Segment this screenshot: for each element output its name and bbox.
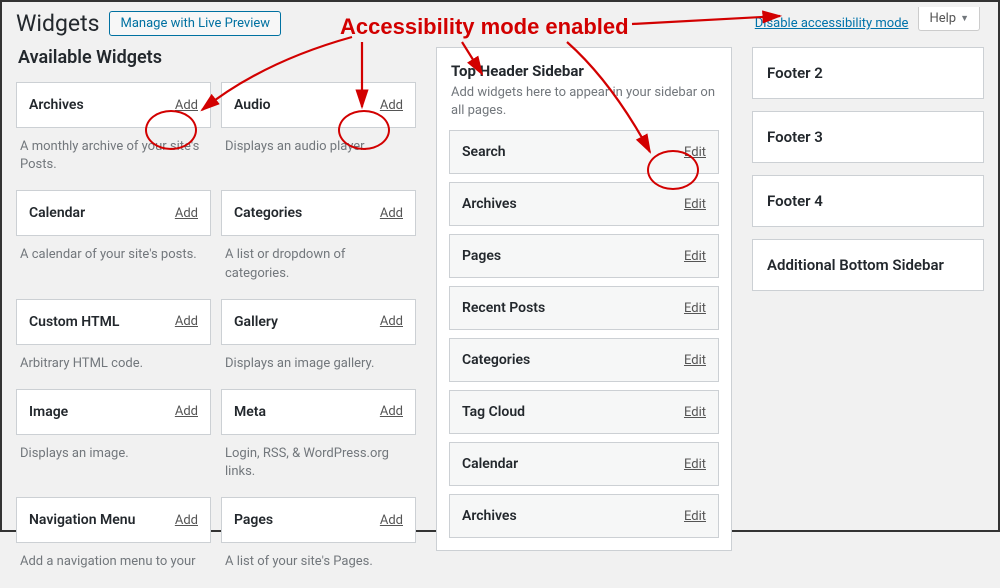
chevron-down-icon: ▼ [960, 13, 969, 24]
edit-button[interactable]: Edit [684, 353, 706, 368]
widget-desc: Arbitrary HTML code. [16, 345, 211, 389]
available-widget: Navigation Menu Add Add a navigation menu … [16, 497, 211, 587]
sidebar-widget-name: Archives [462, 196, 517, 212]
edit-button[interactable]: Edit [684, 249, 706, 264]
widget-box: Gallery Add [221, 299, 416, 345]
widget-name: Meta [234, 404, 266, 420]
sidebar-widget-name: Archives [462, 508, 517, 524]
help-tab[interactable]: Help ▼ [918, 7, 980, 31]
edit-button[interactable]: Edit [684, 197, 706, 212]
add-button[interactable]: Add [380, 206, 403, 221]
widget-desc: Displays an image gallery. [221, 345, 416, 389]
sidebar-area-panel[interactable]: Footer 2 [752, 47, 984, 99]
widget-box: Custom HTML Add [16, 299, 211, 345]
widget-desc: Login, RSS, & WordPress.org links. [221, 435, 416, 497]
widget-box: Categories Add [221, 190, 416, 236]
sidebar-widget-item: Recent Posts Edit [449, 286, 719, 330]
sidebar-panel-top-header: Top Header Sidebar Add widgets here to a… [436, 47, 732, 551]
add-button[interactable]: Add [175, 206, 198, 221]
sidebar-widget-item: Pages Edit [449, 234, 719, 278]
sidebar-widget-name: Categories [462, 352, 530, 368]
add-button[interactable]: Add [175, 513, 198, 528]
edit-button[interactable]: Edit [684, 301, 706, 316]
sidebar-area-panel[interactable]: Footer 4 [752, 175, 984, 227]
sidebar-widget-name: Recent Posts [462, 300, 545, 316]
widget-name: Calendar [29, 205, 85, 221]
disable-accessibility-link[interactable]: Disable accessibility mode [755, 16, 909, 31]
edit-button[interactable]: Edit [684, 457, 706, 472]
widget-name: Gallery [234, 314, 278, 330]
help-label: Help [929, 11, 956, 26]
available-widget: Gallery Add Displays an image gallery. [221, 299, 416, 389]
sidebar-area-panel[interactable]: Footer 3 [752, 111, 984, 163]
available-widget: Calendar Add A calendar of your site's pos… [16, 190, 211, 298]
available-widget: Categories Add A list or dropdown of categ… [221, 190, 416, 298]
sidebar-widget-item: Categories Edit [449, 338, 719, 382]
sidebar-widget-item: Calendar Edit [449, 442, 719, 486]
sidebar-widget-name: Pages [462, 248, 501, 264]
widget-name: Pages [234, 512, 273, 528]
widget-box: Navigation Menu Add [16, 497, 211, 543]
sidebar-widget-name: Calendar [462, 456, 518, 472]
widget-name: Navigation Menu [29, 512, 135, 528]
add-button[interactable]: Add [380, 314, 403, 329]
widget-name: Archives [29, 97, 84, 113]
add-button[interactable]: Add [380, 98, 403, 113]
widget-box: Pages Add [221, 497, 416, 543]
add-button[interactable]: Add [380, 404, 403, 419]
widget-desc: Displays an image. [16, 435, 211, 479]
annotation-ellipse [338, 110, 390, 150]
widget-box: Meta Add [221, 389, 416, 435]
add-button[interactable]: Add [175, 314, 198, 329]
widget-box: Calendar Add [16, 190, 211, 236]
widget-desc: A calendar of your site's posts. [16, 236, 211, 280]
available-widget: Custom HTML Add Arbitrary HTML code. [16, 299, 211, 389]
add-button[interactable]: Add [380, 513, 403, 528]
annotation-ellipse [647, 150, 699, 190]
widget-box: Image Add [16, 389, 211, 435]
available-widget: Meta Add Login, RSS, & WordPress.org links… [221, 389, 416, 497]
sidebar-panel-title: Top Header Sidebar [437, 48, 731, 84]
sidebar-panel-desc: Add widgets here to appear in your sideb… [437, 84, 731, 130]
annotation-ellipse [145, 110, 197, 150]
widget-name: Custom HTML [29, 314, 119, 330]
page-title: Widgets [16, 10, 99, 37]
widget-name: Image [29, 404, 68, 420]
widget-desc: A list or dropdown of categories. [221, 236, 416, 298]
widget-name: Categories [234, 205, 302, 221]
widget-desc: Add a navigation menu to your [16, 543, 211, 587]
sidebar-widget-item: Tag Cloud Edit [449, 390, 719, 434]
sidebar-widget-name: Search [462, 144, 506, 160]
available-widgets-heading: Available Widgets [16, 47, 416, 68]
edit-button[interactable]: Edit [684, 509, 706, 524]
add-button[interactable]: Add [175, 404, 198, 419]
available-widget: Image Add Displays an image. [16, 389, 211, 497]
live-preview-button[interactable]: Manage with Live Preview [109, 11, 281, 36]
widget-name: Audio [234, 97, 271, 113]
widget-desc: A list of your site's Pages. [221, 543, 416, 587]
available-widget: Pages Add A list of your site's Pages. [221, 497, 416, 587]
sidebar-area-panel[interactable]: Additional Bottom Sidebar [752, 239, 984, 291]
sidebar-widget-name: Tag Cloud [462, 404, 525, 420]
edit-button[interactable]: Edit [684, 405, 706, 420]
